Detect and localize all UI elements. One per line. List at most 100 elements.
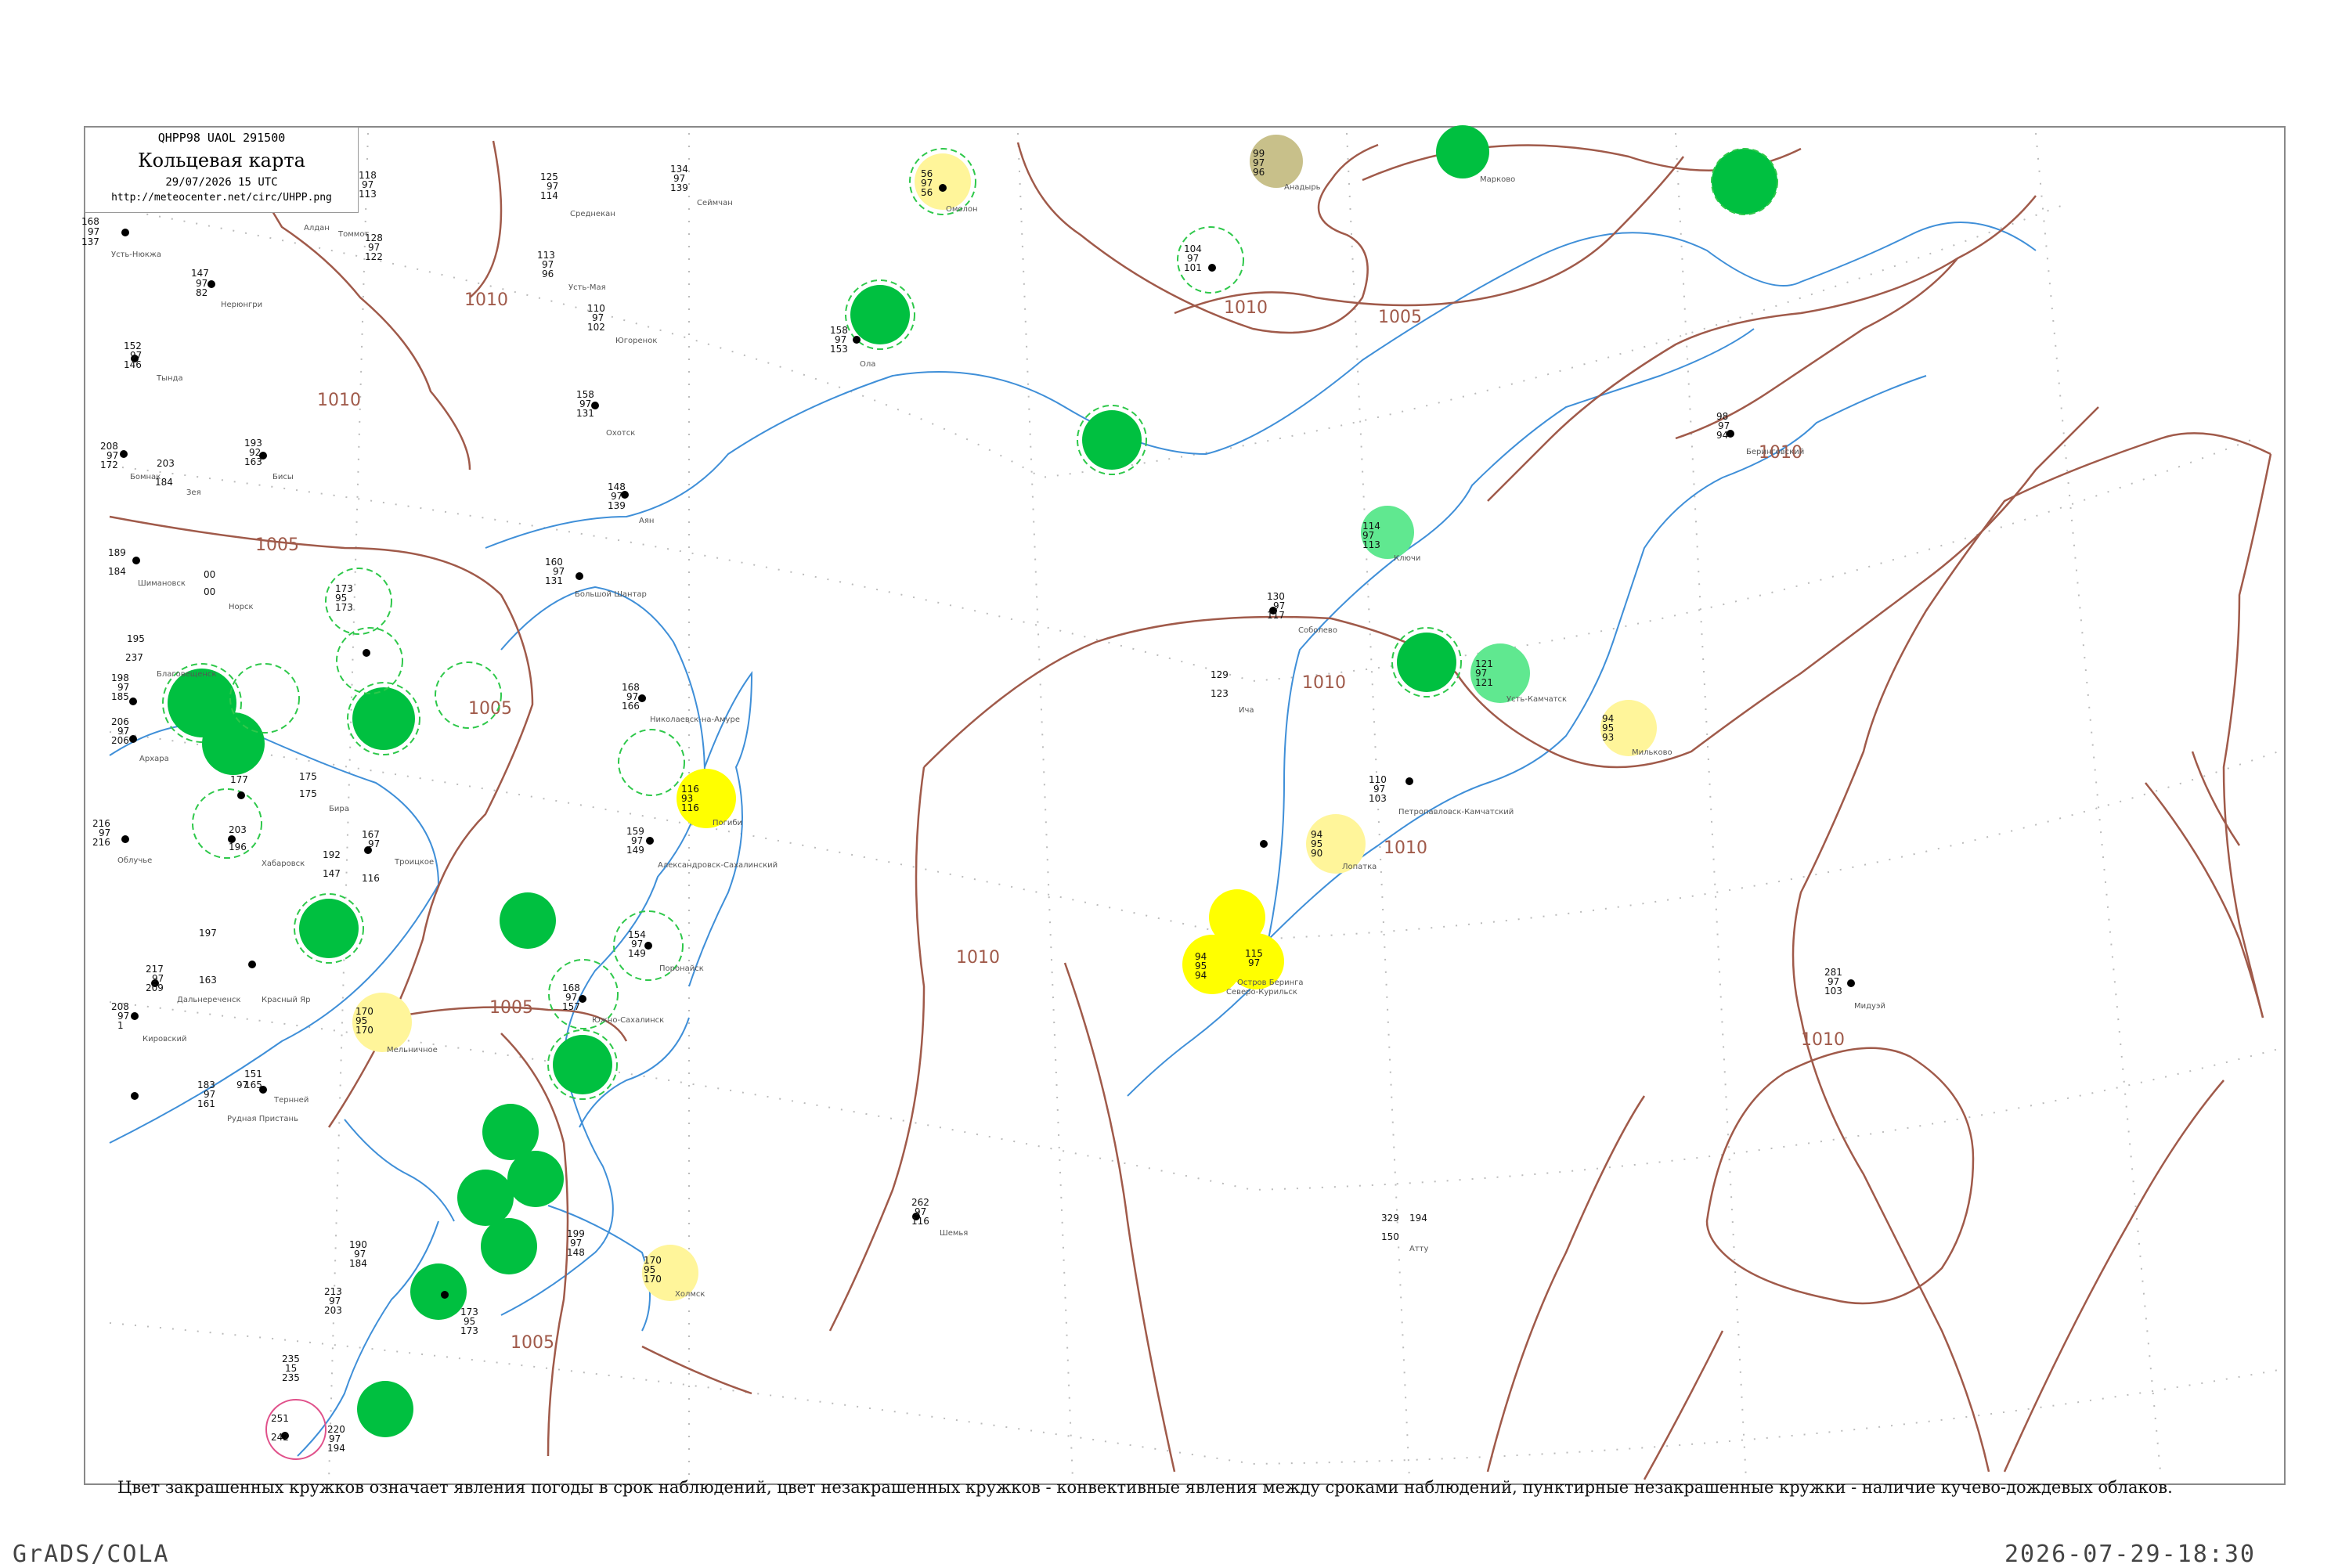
isobar-label: 1005 (511, 1333, 554, 1353)
station-value: 137 (81, 236, 99, 247)
station-name: Южно-Сахалинск (592, 1016, 664, 1025)
station-name: Мельничное (387, 1046, 438, 1054)
station-value: 90 (1311, 848, 1322, 859)
isobar-label: 1005 (255, 535, 299, 555)
station-name: Зея (186, 488, 201, 497)
footer-software: GrADS/COLA (13, 1541, 170, 1568)
station-value: 122 (365, 251, 383, 262)
thunder-circle (265, 1399, 327, 1460)
station-value: 150 (1381, 1231, 1399, 1242)
station-name: Марково (1480, 175, 1515, 184)
station-name: Соболево (1298, 626, 1337, 635)
station-name: Усть-Мая (568, 283, 606, 292)
station-value: 149 (628, 948, 646, 959)
station-value: 203 (324, 1305, 342, 1316)
station-value: 103 (1824, 986, 1842, 997)
rain-circle (457, 1170, 514, 1226)
station-name: Шемья (940, 1229, 968, 1238)
station-value: 94 (1716, 430, 1728, 441)
station-value: 82 (196, 287, 207, 298)
station-value: 184 (155, 477, 173, 488)
isobar-label: 1010 (1224, 298, 1268, 318)
station-name: Ключи (1394, 554, 1420, 563)
station-value: 139 (670, 182, 688, 193)
station-value: 235 (282, 1372, 300, 1383)
isobar-label: 1005 (1378, 308, 1422, 327)
isobar-label: 1005 (468, 699, 512, 719)
station-value: 168 (81, 216, 99, 227)
station-value: 170 (644, 1274, 662, 1285)
station-value: 177 (230, 774, 248, 785)
station-value: 146 (124, 359, 142, 370)
isobar-label: 1010 (317, 391, 361, 410)
station-labels: 168 97 137 Усть-Нюкжа 147 97 82 Нерюнгри… (81, 148, 1885, 1454)
station-name: Алдан (304, 224, 330, 232)
station-name: Томмот (337, 230, 369, 239)
isobar-label: 1005 (489, 998, 533, 1018)
station-value: 102 (587, 322, 605, 333)
station-value: 117 (1267, 610, 1285, 621)
station-value: 116 (681, 802, 699, 813)
station-value: 185 (111, 691, 129, 702)
station-value: 166 (622, 701, 640, 712)
station-name: Погиби (713, 819, 742, 827)
synoptic-map: 1010 1010 1005 1005 1005 1010 1010 1010 … (81, 125, 2286, 1485)
station-name: Александровск-Сахалинский (658, 861, 778, 870)
map-datetime: 29/07/2026 15 UTC (165, 176, 278, 189)
cb-circle (192, 788, 262, 859)
station-name: Красный Яр (262, 996, 310, 1004)
station-name: Ича (1239, 706, 1254, 715)
rain-circle (299, 899, 359, 958)
station-name: Бира (329, 805, 349, 813)
station-name: Кировский (143, 1035, 187, 1044)
station-value: 97 (88, 226, 99, 237)
rain-circle (410, 1263, 467, 1320)
station-name: Нерюнгри (221, 301, 262, 309)
station-value: 184 (349, 1258, 367, 1269)
station-name: Архара (139, 755, 169, 763)
station-value: 196 (229, 842, 247, 852)
rain-circle (202, 712, 265, 775)
station-value: 163 (244, 456, 262, 467)
station-value: 116 (362, 873, 380, 884)
station-value: 195 (127, 633, 145, 644)
station-value: 197 (199, 928, 217, 939)
station-name: Дальнереченск (177, 996, 241, 1004)
station-name: Шимановск (138, 579, 186, 588)
station-name: Омолон (946, 205, 978, 214)
station-value: 203 (157, 458, 175, 469)
station-value: 173 (460, 1325, 478, 1336)
station-name: Атту (1409, 1245, 1428, 1253)
station-name: Северо-Курильск (1226, 988, 1297, 997)
isobar-label: 1010 (1384, 838, 1427, 858)
bulletin-code: QHPP98 UAOL 291500 (157, 131, 286, 145)
station-value: 194 (327, 1443, 345, 1454)
station-value: 175 (299, 771, 317, 782)
station-dots (120, 184, 1855, 1440)
station-name: Югоренок (615, 337, 657, 345)
station-value: 123 (1211, 688, 1229, 699)
station-name: Тында (156, 374, 183, 383)
map-url[interactable]: http://meteocenter.net/circ/UHPP.png (85, 192, 358, 204)
map-title: Кольцевая карта (138, 150, 305, 171)
station-value: 131 (576, 408, 594, 419)
rain-circle (1397, 633, 1456, 692)
rain-circle (352, 687, 415, 750)
station-value: 203 (229, 824, 247, 835)
station-name: Охотск (606, 429, 635, 438)
station-value: 251 (271, 1413, 289, 1424)
station-name: Троицкое (394, 858, 434, 867)
station-value: 113 (359, 189, 377, 200)
station-name: Благовещенск (157, 670, 216, 679)
station-name: Норск (229, 603, 254, 611)
station-value: 113 (1362, 539, 1380, 550)
station-value: 1 (117, 1020, 124, 1031)
station-value: 00 (204, 569, 215, 580)
isobar-label: 1010 (1801, 1030, 1845, 1050)
station-name: Остров Беринга (1237, 979, 1304, 987)
station-value: 184 (108, 566, 126, 577)
station-value: 329 (1381, 1213, 1399, 1224)
station-name: Облучье (117, 856, 152, 865)
station-value: 147 (323, 868, 341, 879)
weather-circles (162, 125, 1778, 1460)
